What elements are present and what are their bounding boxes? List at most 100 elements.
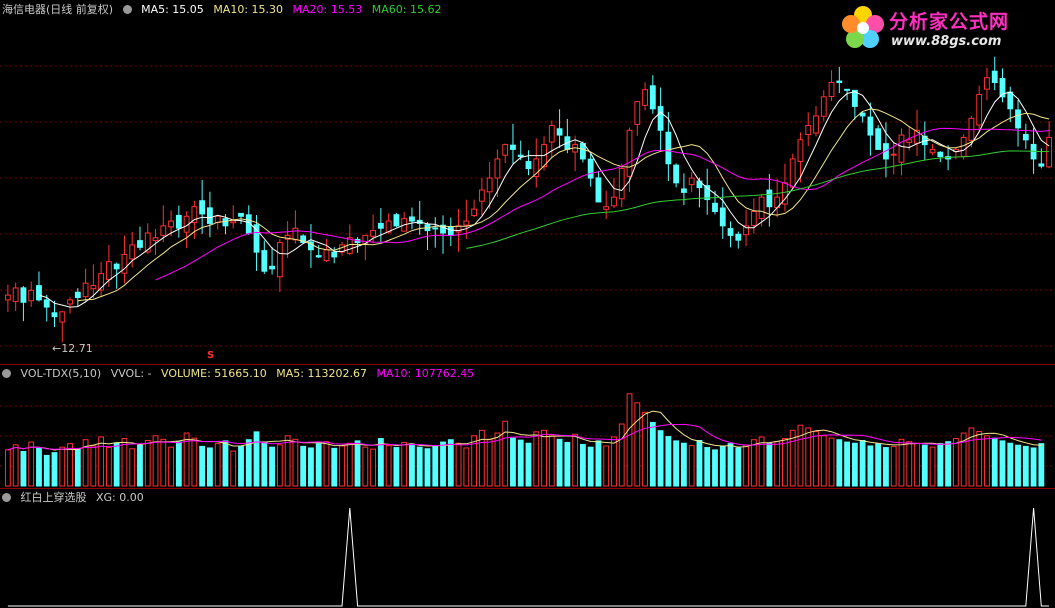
volume-bar — [214, 443, 221, 487]
volume-bar — [315, 443, 322, 487]
xg-label: XG: 0.00 — [96, 491, 144, 504]
volume-bar — [121, 438, 128, 487]
volume-bar — [649, 421, 656, 487]
candle-body — [36, 285, 42, 301]
volume-bar — [984, 435, 990, 487]
sell-signal-marker: S — [207, 350, 215, 361]
volume-bar — [409, 443, 415, 487]
volume-bar — [782, 438, 788, 487]
panel-menu-icon[interactable] — [2, 493, 11, 502]
volume-bar — [90, 445, 97, 487]
candle-body — [323, 249, 330, 262]
indicator-title: 红白上穿选股 — [20, 491, 87, 504]
volume-bar — [478, 429, 485, 487]
candle-body — [929, 148, 936, 154]
volume-bar — [851, 442, 858, 487]
candle-body — [292, 227, 299, 241]
volume-bar — [844, 441, 850, 487]
candle-body — [152, 237, 159, 242]
volume-bar — [486, 439, 493, 487]
candle-body — [680, 188, 687, 193]
volume-label: VOLUME: 51665.10 — [161, 367, 267, 380]
candle-body — [844, 88, 850, 91]
volume-bar — [952, 438, 959, 487]
volume-bar — [28, 441, 35, 487]
candle-body — [51, 312, 58, 318]
volume-bar — [4, 449, 11, 487]
volume-bar — [875, 443, 882, 487]
volume-bar — [774, 441, 781, 487]
candle-body — [222, 218, 229, 227]
candle-body — [168, 220, 174, 228]
candle-body — [758, 196, 765, 219]
candle-body — [517, 154, 524, 158]
volume-bar — [890, 445, 897, 487]
volume-bar — [377, 438, 384, 487]
candle-body — [377, 222, 384, 229]
candle-body — [611, 196, 617, 207]
candle-body — [28, 289, 35, 302]
volume-bar — [556, 438, 563, 487]
ma5-label: MA5: 15.05 — [141, 3, 204, 16]
candle-body — [315, 255, 322, 258]
candle-body — [960, 136, 967, 157]
volume-bar — [36, 447, 42, 487]
candle-body — [12, 287, 19, 303]
volume-bar — [766, 442, 773, 487]
volume-bar — [750, 439, 757, 487]
candle-body — [471, 208, 478, 217]
volume-bar — [611, 436, 617, 487]
candle-body — [626, 129, 633, 177]
volume-bar — [331, 447, 338, 487]
volume-bar — [727, 443, 734, 487]
volume-bar — [238, 445, 244, 487]
candle-body — [587, 158, 594, 179]
volume-bar — [401, 441, 408, 487]
panel-menu-icon[interactable] — [122, 5, 132, 14]
candle-body — [20, 287, 27, 303]
volume-bar — [525, 442, 532, 487]
volume-bar — [673, 440, 680, 487]
candle-body — [898, 134, 905, 163]
volume-bar — [688, 445, 695, 487]
candle-body — [836, 80, 843, 83]
ma20-label: MA20: 15.53 — [292, 3, 363, 16]
volume-bar — [105, 447, 112, 487]
volume-bar — [152, 435, 159, 487]
candle-body — [984, 77, 990, 90]
vol-ma5-label: MA5: 113202.67 — [276, 367, 367, 380]
candle-body — [976, 93, 983, 126]
candle-body — [548, 125, 555, 143]
candle-body — [432, 227, 439, 230]
candle-body — [657, 106, 664, 131]
volume-bar — [657, 430, 664, 487]
candle-body — [207, 207, 213, 224]
candle-body — [525, 161, 532, 170]
logo-url: www.88gs.com — [891, 34, 1002, 49]
volume-bar — [510, 437, 516, 487]
chart-canvas[interactable] — [0, 0, 1055, 608]
candle-body — [797, 139, 804, 162]
volume-bar — [945, 441, 952, 487]
volume-bar — [253, 431, 260, 487]
panel-divider — [0, 488, 1055, 489]
vvol-label: VVOL: - — [110, 367, 152, 380]
volume-bar — [603, 445, 610, 487]
volume-bar — [137, 444, 143, 487]
candle-body — [502, 144, 509, 156]
volume-bar — [991, 437, 998, 487]
panel-menu-icon[interactable] — [2, 369, 11, 378]
candle-body — [906, 139, 913, 143]
volume-bar — [59, 446, 66, 487]
candle-body — [750, 211, 757, 226]
candle-body — [805, 125, 812, 136]
volume-bar — [1022, 445, 1029, 487]
candle-body — [238, 212, 244, 217]
volume-bar — [463, 447, 470, 487]
volume-bar — [564, 441, 571, 487]
candle-body — [727, 228, 734, 236]
candle-body — [1038, 163, 1045, 167]
candle-body — [494, 158, 501, 179]
volume-bar — [743, 444, 749, 487]
volume-bar — [51, 452, 58, 487]
